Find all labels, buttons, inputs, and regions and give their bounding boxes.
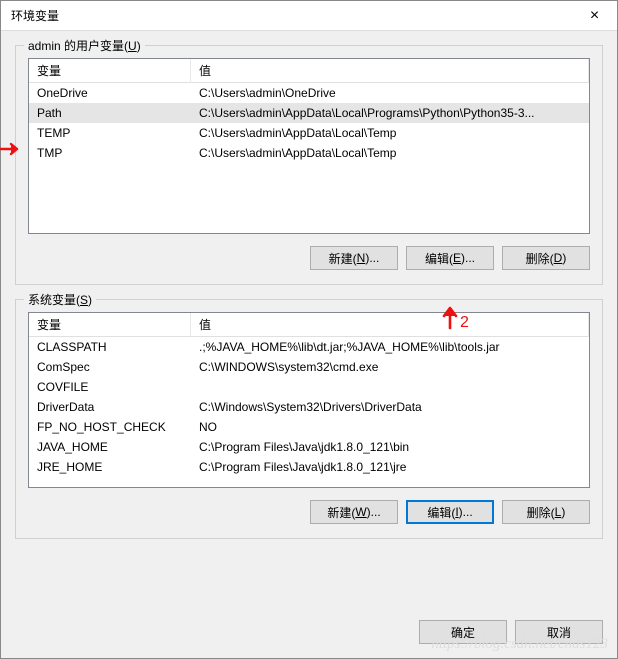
table-row[interactable]: ComSpecC:\WINDOWS\system32\cmd.exe xyxy=(29,357,589,377)
cell-value xyxy=(191,385,589,389)
cell-name: TEMP xyxy=(29,124,191,142)
cell-name: FP_NO_HOST_CHECK xyxy=(29,418,191,436)
table-row[interactable]: COVFILE xyxy=(29,377,589,397)
cell-name: COVFILE xyxy=(29,378,191,396)
system-vars-label: 系统变量(S) xyxy=(24,291,96,308)
table-row[interactable]: FP_NO_HOST_CHECKNO xyxy=(29,417,589,437)
user-vars-label: admin 的用户变量(U) xyxy=(24,37,145,54)
cell-name: DriverData xyxy=(29,398,191,416)
cell-name: JRE_HOME xyxy=(29,458,191,476)
table-row[interactable]: JRE_HOMEC:\Program Files\Java\jdk1.8.0_1… xyxy=(29,457,589,477)
system-new-button[interactable]: 新建(W)... xyxy=(310,500,398,524)
titlebar[interactable]: 环境变量 × xyxy=(1,1,617,31)
system-delete-button[interactable]: 删除(L) xyxy=(502,500,590,524)
table-row[interactable]: TEMPC:\Users\admin\AppData\Local\Temp xyxy=(29,123,589,143)
user-delete-button[interactable]: 删除(D) xyxy=(502,246,590,270)
cell-value: C:\Program Files\Java\jdk1.8.0_121\bin xyxy=(191,438,589,456)
system-button-row: 新建(W)... 编辑(I)... 删除(L) xyxy=(28,500,590,524)
user-new-button[interactable]: 新建(N)... xyxy=(310,246,398,270)
dialog-body: admin 的用户变量(U) 变量 值 OneDriveC:\Users\adm… xyxy=(1,31,617,614)
col-value[interactable]: 值 xyxy=(191,58,589,83)
cell-value: C:\Program Files\Java\jdk1.8.0_121\jre xyxy=(191,458,589,476)
list-header[interactable]: 变量 值 xyxy=(29,59,589,83)
table-row[interactable]: PathC:\Users\admin\AppData\Local\Program… xyxy=(29,103,589,123)
cell-value: C:\Users\admin\AppData\Local\Temp xyxy=(191,144,589,162)
table-row[interactable]: OneDriveC:\Users\admin\OneDrive xyxy=(29,83,589,103)
cell-value: NO xyxy=(191,418,589,436)
cell-value: C:\WINDOWS\system32\cmd.exe xyxy=(191,358,589,376)
table-row[interactable]: JAVA_HOMEC:\Program Files\Java\jdk1.8.0_… xyxy=(29,437,589,457)
close-button[interactable]: × xyxy=(572,1,617,31)
cell-name: ComSpec xyxy=(29,358,191,376)
user-button-row: 新建(N)... 编辑(E)... 删除(D) xyxy=(28,246,590,270)
env-vars-dialog: 环境变量 × admin 的用户变量(U) 变量 值 OneDriveC:\Us… xyxy=(0,0,618,659)
cell-value: C:\Users\admin\OneDrive xyxy=(191,84,589,102)
list-header[interactable]: 变量 值 xyxy=(29,313,589,337)
dialog-footer: 确定 取消 xyxy=(1,614,617,658)
cancel-button[interactable]: 取消 xyxy=(515,620,603,644)
cell-name: TMP xyxy=(29,144,191,162)
cell-value: .;%JAVA_HOME%\lib\dt.jar;%JAVA_HOME%\lib… xyxy=(191,338,589,356)
system-edit-button[interactable]: 编辑(I)... xyxy=(406,500,494,524)
cell-name: JAVA_HOME xyxy=(29,438,191,456)
table-row[interactable]: CLASSPATH.;%JAVA_HOME%\lib\dt.jar;%JAVA_… xyxy=(29,337,589,357)
user-vars-list[interactable]: 变量 值 OneDriveC:\Users\admin\OneDrivePath… xyxy=(28,58,590,234)
system-vars-list[interactable]: 变量 值 CLASSPATH.;%JAVA_HOME%\lib\dt.jar;%… xyxy=(28,312,590,488)
user-edit-button[interactable]: 编辑(E)... xyxy=(406,246,494,270)
ok-button[interactable]: 确定 xyxy=(419,620,507,644)
col-name[interactable]: 变量 xyxy=(29,58,191,83)
table-row[interactable]: DriverDataC:\Windows\System32\Drivers\Dr… xyxy=(29,397,589,417)
user-vars-group: admin 的用户变量(U) 变量 值 OneDriveC:\Users\adm… xyxy=(15,45,603,285)
cell-value: C:\Users\admin\AppData\Local\Temp xyxy=(191,124,589,142)
cell-name: CLASSPATH xyxy=(29,338,191,356)
cell-value: C:\Windows\System32\Drivers\DriverData xyxy=(191,398,589,416)
dialog-title: 环境变量 xyxy=(11,7,572,24)
col-value[interactable]: 值 xyxy=(191,312,589,337)
table-row[interactable]: TMPC:\Users\admin\AppData\Local\Temp xyxy=(29,143,589,163)
cell-value: C:\Users\admin\AppData\Local\Programs\Py… xyxy=(191,104,589,122)
cell-name: OneDrive xyxy=(29,84,191,102)
system-vars-group: 系统变量(S) 变量 值 CLASSPATH.;%JAVA_HOME%\lib\… xyxy=(15,299,603,539)
cell-name: Path xyxy=(29,104,191,122)
col-name[interactable]: 变量 xyxy=(29,312,191,337)
